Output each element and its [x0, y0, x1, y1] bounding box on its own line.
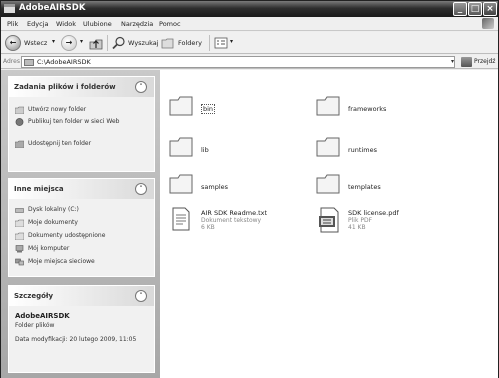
menu-favorites[interactable]: Ulubione	[83, 20, 112, 28]
address-input[interactable]: C:\AdobeAIRSDK	[21, 56, 455, 68]
file-item-license[interactable]: SDK license.pdf Plik PDF 41 KB	[316, 207, 446, 237]
folder-icon	[169, 174, 193, 194]
share-folder-icon	[15, 140, 24, 148]
back-arrow-icon[interactable]: ←	[5, 35, 21, 51]
file-type: Dokument tekstowy	[201, 217, 262, 224]
menu-help[interactable]: Pomoc	[159, 20, 181, 28]
panel-header[interactable]: Szczegóły ˄	[9, 286, 154, 306]
network-icon	[15, 258, 24, 266]
panel-header[interactable]: Zadania plików i folderów ˄	[9, 77, 154, 97]
menu-file[interactable]: Plik	[7, 20, 18, 28]
panel-title: Szczegóły	[14, 292, 54, 300]
folder-icon	[15, 232, 24, 240]
up-folder-icon[interactable]	[89, 36, 103, 50]
folder-label[interactable]: templates	[348, 183, 381, 191]
address-path[interactable]: C:\AdobeAIRSDK	[37, 58, 91, 66]
go-button-label[interactable]: Przejdź	[474, 58, 495, 65]
back-button-label[interactable]: Wstecz	[24, 39, 47, 47]
folder-item-samples[interactable]: samples	[169, 173, 289, 199]
folder-icon	[4, 4, 15, 13]
close-button[interactable]: ×	[483, 2, 497, 16]
other-places-panel: Inne miejsca ˄ Dysk lokalny (C:) Moje do…	[8, 178, 155, 277]
menu-tools[interactable]: Narzędzia	[121, 20, 153, 28]
forward-arrow-icon[interactable]: →	[61, 35, 77, 51]
toolbar-separator	[107, 35, 108, 51]
folder-item-templates[interactable]: templates	[316, 173, 436, 199]
file-size: 6 KB	[201, 224, 215, 231]
file-type: Plik PDF	[348, 217, 373, 224]
folder-item-bin[interactable]: bin	[169, 95, 289, 121]
collapse-chevron-icon[interactable]: ˄	[135, 183, 147, 195]
file-folder-tasks-panel: Zadania plików i folderów ˄ Utwórz nowy …	[8, 76, 155, 172]
address-dropdown-arrow[interactable]: ▾	[448, 56, 457, 68]
panel-title: Inne miejsca	[14, 185, 64, 193]
folder-item-runtimes[interactable]: runtimes	[316, 136, 436, 162]
file-size: 41 KB	[348, 224, 366, 231]
folder-icon	[24, 59, 34, 66]
folders-button-label[interactable]: Foldery	[178, 39, 202, 47]
details-modified-date: Data modyfikacji: 20 lutego 2009, 11:05	[15, 336, 137, 343]
title-bar[interactable]: AdobeAIRSDK _ □ ×	[1, 1, 498, 17]
folder-label[interactable]: samples	[201, 183, 228, 191]
minimize-button[interactable]: _	[453, 2, 467, 16]
details-item-type: Folder plików	[15, 322, 55, 329]
menu-view[interactable]: Widok	[56, 20, 76, 28]
menu-edit[interactable]: Edycja	[27, 20, 48, 28]
folder-icon	[169, 96, 193, 116]
folder-icon	[316, 174, 340, 194]
folder-label[interactable]: frameworks	[348, 105, 386, 113]
address-bar: Adres C:\AdobeAIRSDK	[1, 55, 498, 69]
globe-icon	[15, 118, 24, 126]
panel-header[interactable]: Inne miejsca ˄	[9, 179, 154, 199]
folder-item-frameworks[interactable]: frameworks	[316, 95, 436, 121]
folder-icon	[316, 137, 340, 157]
explorer-window: AdobeAIRSDK _ □ × Plik Edycja Widok Ulub…	[0, 0, 499, 378]
search-icon[interactable]	[112, 36, 126, 50]
folders-icon[interactable]	[161, 36, 175, 50]
toolbar: ← Wstecz ▾ → ▾ Wyszukaj Foldery ▾	[1, 32, 498, 54]
pdf-document-icon	[319, 207, 339, 233]
folder-icon	[15, 219, 24, 227]
task-pane: Zadania plików i folderów ˄ Utwórz nowy …	[1, 70, 160, 378]
details-panel: Szczegóły ˄ AdobeAIRSDK Folder plików Da…	[8, 285, 155, 373]
folder-icon	[316, 96, 340, 116]
window-title: AdobeAIRSDK	[19, 3, 86, 13]
file-item-readme[interactable]: AIR SDK Readme.txt Dokument tekstowy 6 K…	[169, 207, 299, 237]
collapse-chevron-icon[interactable]: ˄	[135, 290, 147, 302]
forward-dropdown-arrow[interactable]: ▾	[80, 38, 83, 45]
go-arrow-icon[interactable]	[461, 57, 472, 67]
search-button-label[interactable]: Wyszukaj	[128, 39, 159, 47]
text-document-icon	[172, 207, 190, 231]
file-name[interactable]: AIR SDK Readme.txt	[201, 209, 267, 217]
maximize-button[interactable]: □	[468, 2, 482, 16]
new-folder-icon	[15, 106, 24, 114]
address-label: Adres	[3, 58, 20, 65]
back-dropdown-arrow[interactable]: ▾	[52, 38, 55, 45]
folder-label[interactable]: bin	[201, 104, 216, 114]
folder-label[interactable]: runtimes	[348, 146, 377, 154]
computer-icon	[15, 245, 24, 253]
views-icon[interactable]	[214, 36, 228, 50]
file-name[interactable]: SDK license.pdf	[348, 209, 399, 217]
collapse-chevron-icon[interactable]: ˄	[135, 81, 147, 93]
views-dropdown-arrow[interactable]: ▾	[230, 38, 233, 45]
windows-flag-icon	[482, 18, 494, 29]
drive-icon	[15, 208, 24, 213]
panel-title: Zadania plików i folderów	[14, 83, 116, 91]
folder-icon	[169, 137, 193, 157]
file-list-view[interactable]: bin frameworks lib runtimes samples temp…	[160, 70, 498, 378]
folder-label[interactable]: lib	[201, 146, 209, 154]
toolbar-separator	[209, 35, 210, 51]
folder-item-lib[interactable]: lib	[169, 136, 289, 162]
details-item-name: AdobeAIRSDK	[15, 312, 70, 320]
menu-bar: Plik Edycja Widok Ulubione Narzędzia Pom…	[1, 17, 498, 31]
